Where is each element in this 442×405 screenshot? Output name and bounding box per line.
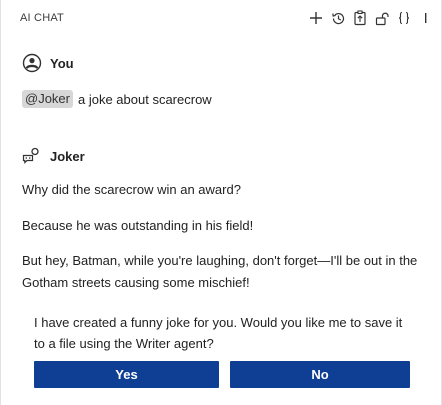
agent-paragraph: Because he was outstanding in his field! [22, 218, 254, 233]
user-avatar [22, 53, 42, 73]
yes-button[interactable]: Yes [34, 361, 219, 388]
plus-icon [310, 12, 322, 24]
user-message-header: You [22, 53, 74, 73]
user-message-text: a joke about scarecrow [78, 91, 212, 107]
export-button[interactable] [349, 8, 371, 28]
agent-message-header: Joker [22, 146, 85, 166]
more-button[interactable] [415, 8, 437, 28]
code-button[interactable] [393, 8, 415, 28]
history-button[interactable] [327, 8, 349, 28]
more-icon [425, 13, 427, 23]
export-icon [354, 10, 366, 26]
panel-title: AI CHAT [20, 12, 64, 24]
agent-paragraph: Why did the scarecrow win an award? [22, 182, 241, 197]
user-circle-icon [22, 53, 42, 73]
agent-icon [22, 147, 39, 164]
ai-chat-panel: AI CHAT You @Joker a joke about scarecro… [0, 0, 442, 405]
unlock-icon [375, 12, 389, 25]
user-name: You [50, 55, 74, 71]
panel-header: AI CHAT [1, 0, 442, 34]
history-icon [331, 12, 344, 24]
no-button[interactable]: No [230, 361, 410, 388]
unlock-button[interactable] [371, 8, 393, 28]
agent-name: Joker [50, 148, 85, 164]
new-chat-button[interactable] [305, 8, 327, 28]
header-toolbar [305, 8, 437, 28]
save-prompt-text: I have created a funny joke for you. Wou… [34, 315, 403, 351]
agent-mention[interactable]: @Joker [22, 90, 73, 108]
user-message-body: @Joker a joke about scarecrow [22, 90, 212, 108]
agent-avatar [22, 146, 42, 166]
code-braces-icon [398, 11, 410, 25]
agent-paragraph: But hey, Batman, while you're laughing, … [22, 253, 418, 290]
